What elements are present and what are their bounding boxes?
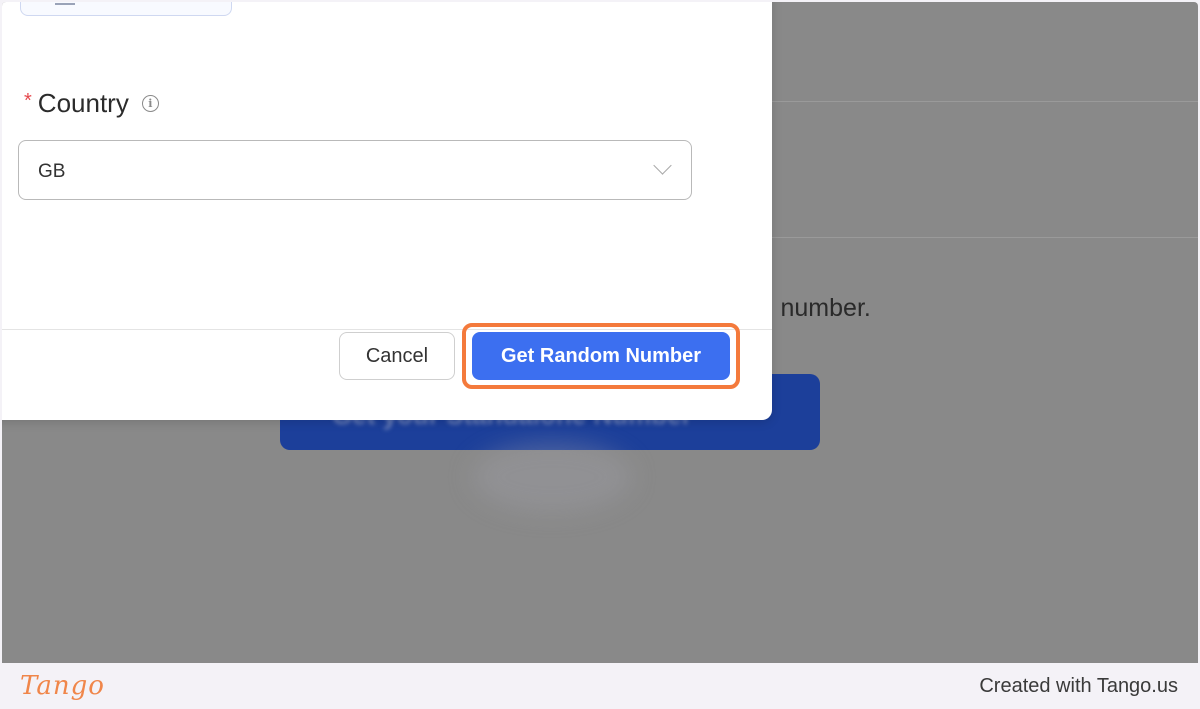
tango-logo[interactable]: Tango — [20, 671, 105, 701]
info-icon[interactable]: i — [141, 95, 159, 112]
country-label: * Country i — [24, 88, 159, 119]
background-divider — [772, 101, 1198, 102]
country-label-text: Country — [37, 88, 129, 118]
country-select[interactable]: GB — [18, 140, 692, 200]
random-number-dialog: * Country i GB Cancel Get Random Number — [2, 2, 772, 420]
country-select-value: GB — [38, 161, 66, 182]
field-icon — [55, 3, 75, 5]
get-random-number-button[interactable]: Get Random Number — [472, 332, 730, 380]
chevron-down-icon — [653, 156, 672, 175]
background-divider — [772, 237, 1198, 238]
cancel-button[interactable]: Cancel — [339, 332, 455, 380]
background-description: l number. — [768, 294, 871, 322]
tango-footer: Tango Created with Tango.us — [0, 663, 1200, 709]
previous-field[interactable] — [20, 2, 232, 16]
required-mark: * — [24, 90, 32, 112]
footer-credit[interactable]: Created with Tango.us — [979, 675, 1178, 698]
background-glow — [472, 442, 632, 512]
screenshot-area: r l number. Get your Standalone Number *… — [2, 2, 1198, 663]
dialog-footer-divider — [2, 329, 772, 330]
